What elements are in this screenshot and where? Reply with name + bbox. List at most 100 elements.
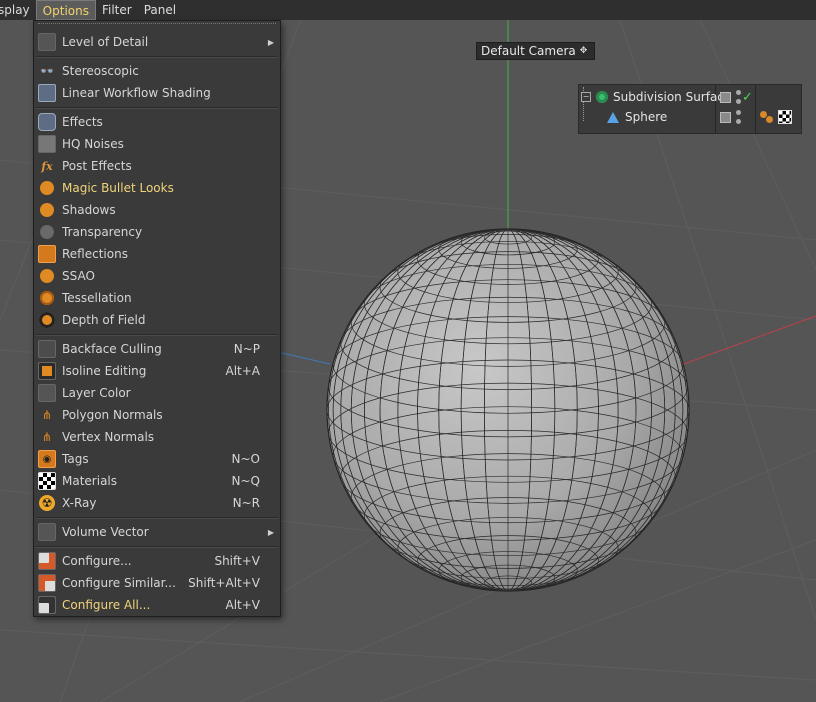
menu-item-transparency[interactable]: Transparency [34, 221, 280, 243]
visibility-dots-icon[interactable] [736, 110, 741, 124]
visibility-dots-icon[interactable] [736, 90, 741, 104]
noise-icon [38, 135, 56, 153]
menu-item-hq-noises[interactable]: HQ Noises [34, 133, 280, 155]
menu-item-label: Backface Culling [62, 342, 162, 356]
tear-off-line[interactable] [38, 23, 276, 24]
menu-item-level-of-detail[interactable]: Level of Detail ▶ [34, 31, 280, 53]
menu-item-volume-vector[interactable]: Volume Vector ▶ [34, 521, 280, 543]
configure-similar-icon [38, 574, 56, 592]
menu-item-label: Shadows [62, 203, 116, 217]
submenu-arrow-icon: ▶ [267, 37, 274, 47]
menu-item-label: SSAO [62, 269, 95, 283]
magic-bullet-icon [40, 181, 54, 195]
menu-item-configure-similar[interactable]: Configure Similar... Shift+Alt+V [34, 572, 280, 594]
object-row-subdivision-surface[interactable]: Subdivision Surface ✓ [579, 87, 801, 107]
menu-item-linear-workflow-shading[interactable]: Linear Workflow Shading [34, 82, 280, 104]
menu-item-shadows[interactable]: Shadows [34, 199, 280, 221]
enabled-check-icon[interactable]: ✓ [742, 90, 753, 105]
menu-item-materials[interactable]: Materials N~Q [34, 470, 280, 492]
menu-item-shortcut: Shift+Alt+V [188, 576, 260, 590]
menu-panel[interactable]: Panel [138, 0, 182, 20]
object-row-sphere[interactable]: Sphere [579, 107, 801, 127]
menu-item-polygon-normals[interactable]: ⋔ Polygon Normals [34, 404, 280, 426]
menu-item-label: Layer Color [62, 386, 131, 400]
menu-item-label: Magic Bullet Looks [62, 181, 174, 195]
isoline-icon [38, 362, 56, 380]
menu-item-label: Post Effects [62, 159, 132, 173]
menu-item-label: Isoline Editing [62, 364, 147, 378]
menu-item-shortcut: N~P [233, 342, 260, 356]
menu-item-depth-of-field[interactable]: Depth of Field [34, 309, 280, 331]
camera-label[interactable]: Default Camera ✥ [476, 42, 595, 60]
menu-separator [36, 56, 278, 58]
menu-item-label: Level of Detail [62, 35, 149, 49]
menu-item-stereoscopic[interactable]: 👓 Stereoscopic [34, 60, 280, 82]
menu-item-magic-bullet-looks[interactable]: Magic Bullet Looks [34, 177, 280, 199]
blank-icon [38, 384, 56, 402]
menu-item-label: Configure All... [62, 598, 151, 612]
tessellation-icon [40, 291, 54, 305]
menu-item-tessellation[interactable]: Tessellation [34, 287, 280, 309]
menu-options[interactable]: Options [35, 0, 96, 20]
camera-icon[interactable]: ✥ [580, 46, 590, 56]
menu-item-post-effects[interactable]: fx Post Effects [34, 155, 280, 177]
menu-item-x-ray[interactable]: ☢ X-Ray N~R [34, 492, 280, 514]
menu-item-shortcut: N~O [231, 452, 260, 466]
camera-label-text: Default Camera [481, 44, 576, 58]
menu-item-label: Tags [62, 452, 89, 466]
menu-separator [36, 546, 278, 548]
menu-item-label: Transparency [62, 225, 143, 239]
phong-tag-icon[interactable] [760, 110, 774, 124]
object-name: Sphere [625, 110, 668, 124]
menu-item-shortcut: Shift+V [214, 554, 260, 568]
menu-item-layer-color[interactable]: Layer Color [34, 382, 280, 404]
blank-icon [38, 523, 56, 541]
fx-icon: fx [41, 159, 53, 173]
menu-item-label: Polygon Normals [62, 408, 163, 422]
menu-item-shortcut: Alt+V [225, 598, 260, 612]
reflection-icon [38, 245, 56, 263]
menu-item-label: Linear Workflow Shading [62, 86, 211, 100]
sphere-object-icon [607, 111, 619, 123]
menu-item-configure[interactable]: Configure... Shift+V [34, 550, 280, 572]
menu-item-label: Configure... [62, 554, 132, 568]
transparency-icon [40, 225, 54, 239]
menu-item-label: Volume Vector [62, 525, 149, 539]
menu-item-label: Reflections [62, 247, 128, 261]
configure-icon [38, 552, 56, 570]
object-manager: − Subdivision Surface ✓ Sphere [578, 84, 802, 134]
shadow-icon [40, 203, 54, 217]
menu-item-reflections[interactable]: Reflections [34, 243, 280, 265]
backface-icon [38, 340, 56, 358]
menu-item-effects[interactable]: Effects [34, 111, 280, 133]
menu-separator [36, 107, 278, 109]
menu-item-backface-culling[interactable]: Backface Culling N~P [34, 338, 280, 360]
edit-toggle-icon[interactable] [720, 111, 731, 123]
menu-filter[interactable]: Filter [96, 0, 138, 20]
menu-item-label: Tessellation [62, 291, 132, 305]
material-tag-icon[interactable] [778, 110, 792, 124]
menu-item-configure-all[interactable]: Configure All... Alt+V [34, 594, 280, 616]
menu-item-shortcut: N~R [232, 496, 260, 510]
menu-separator [36, 334, 278, 336]
menu-item-label: HQ Noises [62, 137, 124, 151]
menu-item-label: Vertex Normals [62, 430, 155, 444]
blank-icon [38, 33, 56, 51]
radiation-icon: ☢ [39, 495, 55, 511]
object-name: Subdivision Surface [613, 90, 732, 104]
sphere-mesh[interactable] [326, 228, 690, 592]
glasses-icon: 👓 [39, 64, 55, 78]
menu-item-tags[interactable]: ◉ Tags N~O [34, 448, 280, 470]
checker-icon [38, 472, 56, 490]
menubar: splay Options Filter Panel [0, 0, 816, 20]
menu-display[interactable]: splay [0, 0, 36, 20]
options-dropdown-menu: Level of Detail ▶ 👓 Stereoscopic Linear … [33, 20, 281, 617]
menu-item-vertex-normals[interactable]: ⋔ Vertex Normals [34, 426, 280, 448]
menu-separator [36, 517, 278, 519]
menu-item-label: Depth of Field [62, 313, 146, 327]
menu-item-shortcut: N~Q [231, 474, 260, 488]
menu-item-ssao[interactable]: SSAO [34, 265, 280, 287]
configure-all-icon [38, 596, 56, 614]
edit-toggle-icon[interactable] [720, 91, 731, 103]
menu-item-isoline-editing[interactable]: Isoline Editing Alt+A [34, 360, 280, 382]
